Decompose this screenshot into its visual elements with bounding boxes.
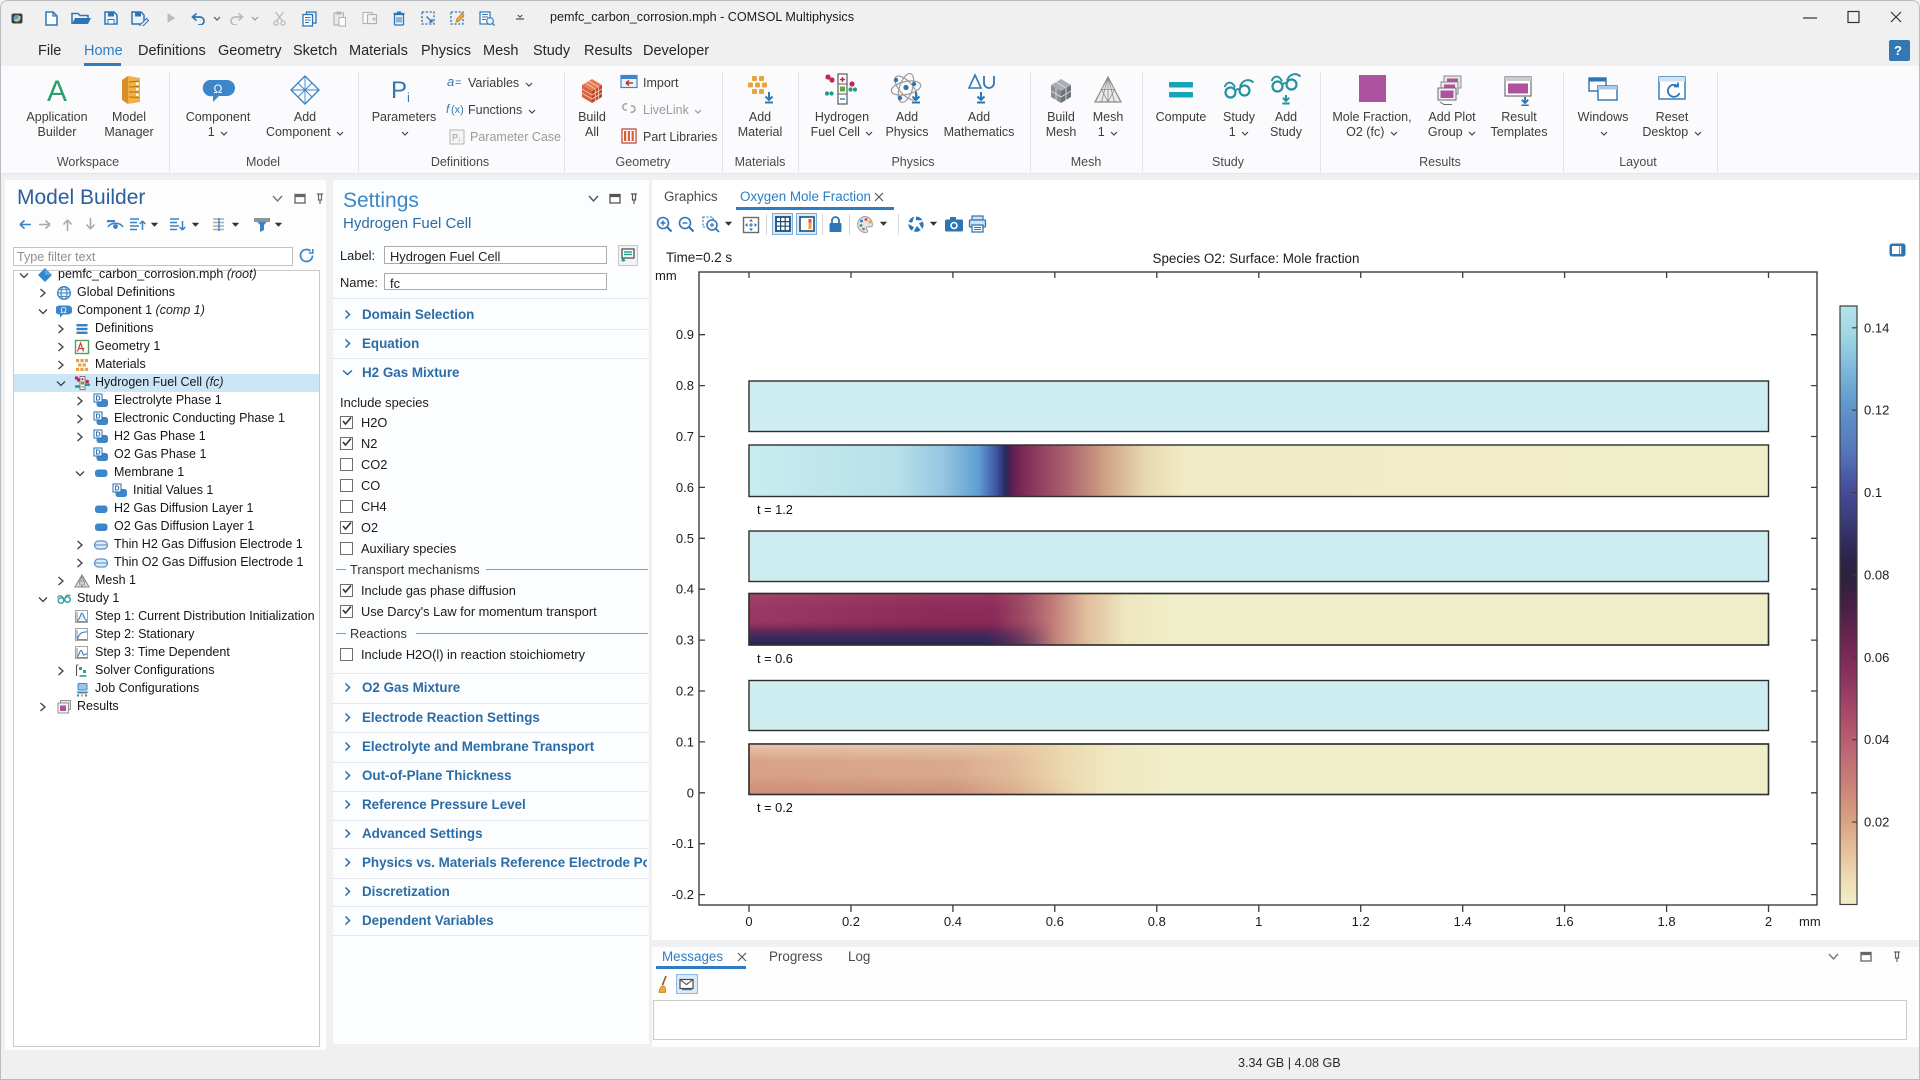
svg-text:0.6: 0.6 bbox=[676, 480, 694, 495]
svg-text:t = 1.2: t = 1.2 bbox=[757, 502, 793, 517]
svg-text:0.02: 0.02 bbox=[1864, 815, 1889, 830]
svg-text:t = 0.6: t = 0.6 bbox=[757, 651, 793, 666]
svg-text:D: D bbox=[95, 432, 100, 439]
svg-text:0.12: 0.12 bbox=[1864, 403, 1889, 418]
svg-text:P: P bbox=[391, 77, 407, 104]
svg-text:0.06: 0.06 bbox=[1864, 650, 1889, 665]
svg-text:D: D bbox=[95, 450, 100, 457]
svg-text:a: a bbox=[447, 75, 454, 89]
svg-text:0.7: 0.7 bbox=[676, 429, 694, 444]
svg-text:=: = bbox=[455, 77, 461, 89]
svg-text:1: 1 bbox=[1255, 914, 1262, 929]
svg-text:0.04: 0.04 bbox=[1864, 732, 1889, 747]
svg-text:0.4: 0.4 bbox=[676, 582, 694, 597]
svg-text:0.8: 0.8 bbox=[676, 378, 694, 393]
svg-text:0.08: 0.08 bbox=[1864, 568, 1889, 583]
svg-text:-0.2: -0.2 bbox=[672, 887, 694, 902]
svg-text:Ω: Ω bbox=[214, 82, 223, 96]
svg-text:1.4: 1.4 bbox=[1454, 914, 1472, 929]
svg-text:0.9: 0.9 bbox=[676, 327, 694, 342]
svg-text:2: 2 bbox=[1765, 914, 1772, 929]
svg-text:Species O2: Surface: Mole frac: Species O2: Surface: Mole fraction bbox=[1153, 251, 1360, 266]
svg-text:0.2: 0.2 bbox=[676, 684, 694, 699]
svg-text:-0.1: -0.1 bbox=[672, 836, 694, 851]
svg-text:0: 0 bbox=[745, 914, 752, 929]
svg-text:0.1: 0.1 bbox=[676, 734, 694, 749]
svg-text:P: P bbox=[452, 133, 458, 143]
svg-text:0.6: 0.6 bbox=[1046, 914, 1064, 929]
svg-text:1.6: 1.6 bbox=[1556, 914, 1574, 929]
svg-text:D: D bbox=[114, 486, 119, 493]
svg-text:t = 0.2: t = 0.2 bbox=[757, 800, 793, 815]
svg-text:mm: mm bbox=[1799, 914, 1821, 929]
svg-text:i: i bbox=[459, 138, 460, 144]
svg-text:0.1: 0.1 bbox=[1864, 485, 1882, 500]
svg-text:0.14: 0.14 bbox=[1864, 320, 1889, 335]
svg-text:0.3: 0.3 bbox=[676, 633, 694, 648]
svg-text:(x): (x) bbox=[451, 104, 464, 116]
svg-text:A: A bbox=[47, 75, 67, 106]
svg-text:i: i bbox=[407, 90, 410, 104]
svg-text:1.8: 1.8 bbox=[1658, 914, 1676, 929]
svg-text:Ω: Ω bbox=[60, 305, 66, 315]
svg-text:0: 0 bbox=[687, 785, 694, 800]
svg-text:0.8: 0.8 bbox=[1148, 914, 1166, 929]
svg-text:D: D bbox=[95, 414, 100, 421]
svg-text:D: D bbox=[95, 396, 100, 403]
svg-text:1.2: 1.2 bbox=[1352, 914, 1370, 929]
svg-text:mm: mm bbox=[655, 268, 677, 283]
svg-text:0.2: 0.2 bbox=[842, 914, 860, 929]
svg-text:0.4: 0.4 bbox=[944, 914, 962, 929]
svg-text:0.5: 0.5 bbox=[676, 531, 694, 546]
svg-text:Time=0.2 s: Time=0.2 s bbox=[666, 250, 732, 265]
